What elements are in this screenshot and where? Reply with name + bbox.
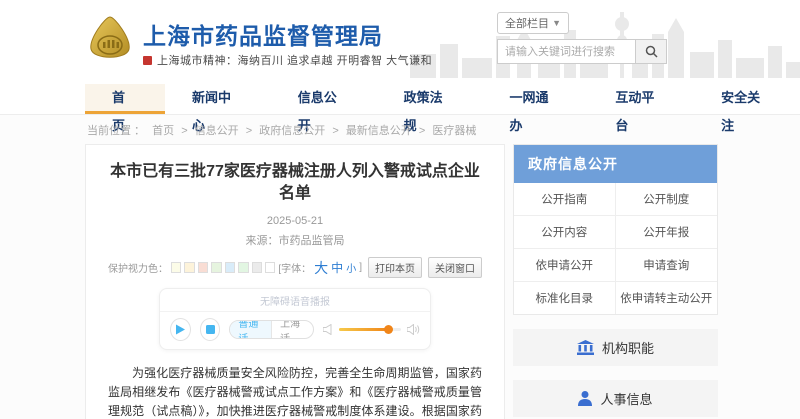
gov-link-on-request[interactable]: 依申请公开 [514, 249, 616, 282]
quick-link-org-functions[interactable]: 机构职能 [513, 329, 718, 366]
eye-color-swatch[interactable] [184, 262, 194, 273]
article-title: 本市已有三批77家医疗器械注册人列入警戒试点企业名单 [108, 161, 482, 205]
category-select-value: 全部栏目 [505, 15, 549, 31]
article-card: 本市已有三批77家医疗器械注册人列入警戒试点企业名单 2025-05-21 来源… [85, 144, 505, 419]
volume-control [323, 324, 420, 335]
stop-icon [206, 325, 215, 334]
audio-player: 无障碍语音播报 普通话 上海话 [159, 288, 431, 350]
quick-link-personnel-info[interactable]: 人事信息 [513, 380, 718, 417]
search-icon [645, 45, 658, 58]
font-size-label-close: ] [359, 262, 362, 273]
nav-item-info-disclosure[interactable]: 信息公开 [271, 84, 377, 114]
eye-color-swatch[interactable] [238, 262, 248, 273]
search-button[interactable] [635, 39, 667, 64]
breadcrumb-separator: > [246, 125, 252, 137]
breadcrumb-latest-info[interactable]: 最新信息公开 [346, 125, 412, 137]
breadcrumb-prefix: 当前位置 ： [87, 125, 145, 137]
eye-color-swatch[interactable] [198, 262, 208, 273]
agency-logo [86, 15, 134, 65]
gov-link-system[interactable]: 公开制度 [616, 183, 718, 216]
breadcrumb-info-disclosure[interactable]: 信息公开 [195, 125, 239, 137]
gov-info-title: 政府信息公开 [514, 145, 717, 183]
site-slogan: 上海城市精神：海纳百川 追求卓越 开明睿智 大气谦和 [157, 52, 432, 68]
category-select[interactable]: 全部栏目 ▼ [497, 12, 569, 34]
font-size-medium[interactable]: 中 [331, 259, 343, 276]
gov-link-annual-report[interactable]: 公开年报 [616, 216, 718, 249]
breadcrumb-medical-devices[interactable]: 医疗器械 [432, 125, 476, 137]
gov-link-content[interactable]: 公开内容 [514, 216, 616, 249]
breadcrumb-separator: > [181, 125, 187, 137]
breadcrumb-gov-info[interactable]: 政府信息公开 [259, 125, 325, 137]
font-size-large[interactable]: 大 [314, 258, 328, 278]
gov-link-guide[interactable]: 公开指南 [514, 183, 616, 216]
language-toggle: 普通话 上海话 [229, 320, 314, 339]
gov-info-card: 政府信息公开 公开指南 公开制度 公开内容 公开年报 依申请公开 申请查询 标准… [513, 144, 718, 315]
eye-color-swatch[interactable] [211, 262, 221, 273]
slogan-bullet-icon [143, 56, 152, 65]
eye-protect-label: 保护视力色： [108, 260, 168, 275]
nav-item-home[interactable]: 首页 [85, 84, 165, 114]
print-button[interactable]: 打印本页 [368, 257, 422, 278]
volume-fill [339, 328, 389, 331]
site-header: 上海市药品监督管理局 上海城市精神：海纳百川 追求卓越 开明睿智 大气谦和 全部… [0, 0, 800, 84]
main-nav: 首页 新闻中心 信息公开 政策法规 一网通办 互动平台 安全关注 [0, 84, 800, 115]
nav-item-interaction[interactable]: 互动平台 [588, 84, 694, 114]
audio-player-caption: 无障碍语音播报 [160, 289, 430, 312]
nav-item-news[interactable]: 新闻中心 [165, 84, 271, 114]
volume-slider[interactable] [339, 328, 401, 331]
quick-link-label: 机构职能 [602, 338, 654, 357]
lang-option-shanghainese[interactable]: 上海话 [271, 321, 313, 338]
quick-link-label: 人事信息 [600, 389, 652, 408]
volume-mute-icon [323, 324, 333, 335]
bank-icon [577, 340, 594, 355]
play-button[interactable] [170, 318, 191, 341]
close-window-button[interactable]: 关闭窗口 [428, 257, 482, 278]
page-body: 当前位置 ： 首页 > 信息公开 > 政府信息公开 > 最新信息公开 > 医疗器… [0, 115, 800, 419]
nav-item-policies[interactable]: 政策法规 [377, 84, 483, 114]
play-icon [175, 324, 185, 335]
breadcrumb-home[interactable]: 首页 [152, 125, 174, 137]
article-source: 来源：市药品监管局 [108, 232, 482, 248]
gov-link-request-to-active[interactable]: 依申请转主动公开 [616, 282, 718, 314]
gov-link-request-query[interactable]: 申请查询 [616, 249, 718, 282]
lang-option-mandarin[interactable]: 普通话 [230, 321, 271, 338]
eye-color-swatch[interactable] [265, 262, 275, 273]
stop-button[interactable] [200, 318, 221, 341]
eye-color-swatch[interactable] [171, 262, 181, 273]
gov-link-standard-catalog[interactable]: 标准化目录 [514, 282, 616, 314]
volume-handle[interactable] [384, 325, 393, 334]
article-body: 为强化医疗器械质量安全风险防控，完善全生命周期监管，国家药监局相继发布《医疗器械… [108, 364, 482, 419]
article-toolbar: 保护视力色： [字体： 大 中 小 ] 打印本页 关闭窗口 [108, 257, 482, 278]
nav-item-online-services[interactable]: 一网通办 [482, 84, 588, 114]
article-date: 2025-05-21 [108, 215, 482, 227]
volume-speaker-icon [407, 324, 420, 335]
person-icon [578, 391, 592, 406]
site-title: 上海市药品监督管理局 [143, 17, 383, 51]
font-size-label-open: [字体： [278, 260, 311, 275]
nav-item-safety[interactable]: 安全关注 [694, 84, 800, 114]
eye-color-swatch[interactable] [252, 262, 262, 273]
breadcrumb-separator: > [332, 125, 338, 137]
right-sidebar: 政府信息公开 公开指南 公开制度 公开内容 公开年报 依申请公开 申请查询 标准… [513, 144, 718, 419]
chevron-down-icon: ▼ [552, 18, 561, 28]
search-area: 全部栏目 ▼ [497, 12, 672, 64]
font-size-small[interactable]: 小 [346, 260, 356, 275]
eye-color-swatch[interactable] [225, 262, 235, 273]
search-input[interactable] [497, 39, 635, 64]
breadcrumb-separator: > [419, 125, 425, 137]
